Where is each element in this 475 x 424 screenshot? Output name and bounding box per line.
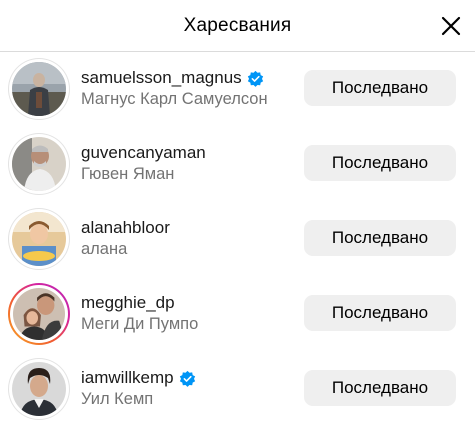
full-name: Магнус Карл Самуелсон xyxy=(81,90,268,108)
avatar[interactable] xyxy=(8,133,70,195)
avatar[interactable] xyxy=(8,208,70,270)
following-button[interactable]: Последвано xyxy=(304,295,456,331)
likes-list: samuelsson_magnus Магнус Карл Самуелсон … xyxy=(0,52,475,424)
close-icon[interactable] xyxy=(440,15,462,37)
username[interactable]: alanahbloor xyxy=(81,218,170,238)
verified-badge-icon xyxy=(247,70,264,87)
full-name: Уил Кемп xyxy=(81,390,154,408)
list-item: guvencanyaman Гювен Яман Последвано xyxy=(0,127,475,202)
full-name: алана xyxy=(81,240,128,258)
list-item: alanahbloor алана Последвано xyxy=(0,202,475,277)
full-name: Меги Ди Пумпо xyxy=(81,315,199,333)
following-button[interactable]: Последвано xyxy=(304,220,456,256)
dialog-header: Харесвания xyxy=(0,0,475,52)
following-button[interactable]: Последвано xyxy=(304,70,456,106)
full-name: Гювен Яман xyxy=(81,165,175,183)
username[interactable]: samuelsson_magnus xyxy=(81,68,242,88)
verified-badge-icon xyxy=(179,370,196,387)
list-item: iamwillkemp Уил Кемп Последвано xyxy=(0,352,475,424)
username[interactable]: iamwillkemp xyxy=(81,368,174,388)
avatar[interactable] xyxy=(8,358,70,420)
list-item: samuelsson_magnus Магнус Карл Самуелсон … xyxy=(0,52,475,127)
avatar[interactable] xyxy=(8,58,70,120)
following-button[interactable]: Последвано xyxy=(304,145,456,181)
list-item: megghie_dp Меги Ди Пумпо Последвано xyxy=(0,277,475,352)
username[interactable]: guvencanyaman xyxy=(81,143,206,163)
dialog-title: Харесвания xyxy=(183,15,292,36)
username[interactable]: megghie_dp xyxy=(81,293,175,313)
following-button[interactable]: Последвано xyxy=(304,370,456,406)
avatar-story-ring[interactable] xyxy=(8,283,70,345)
